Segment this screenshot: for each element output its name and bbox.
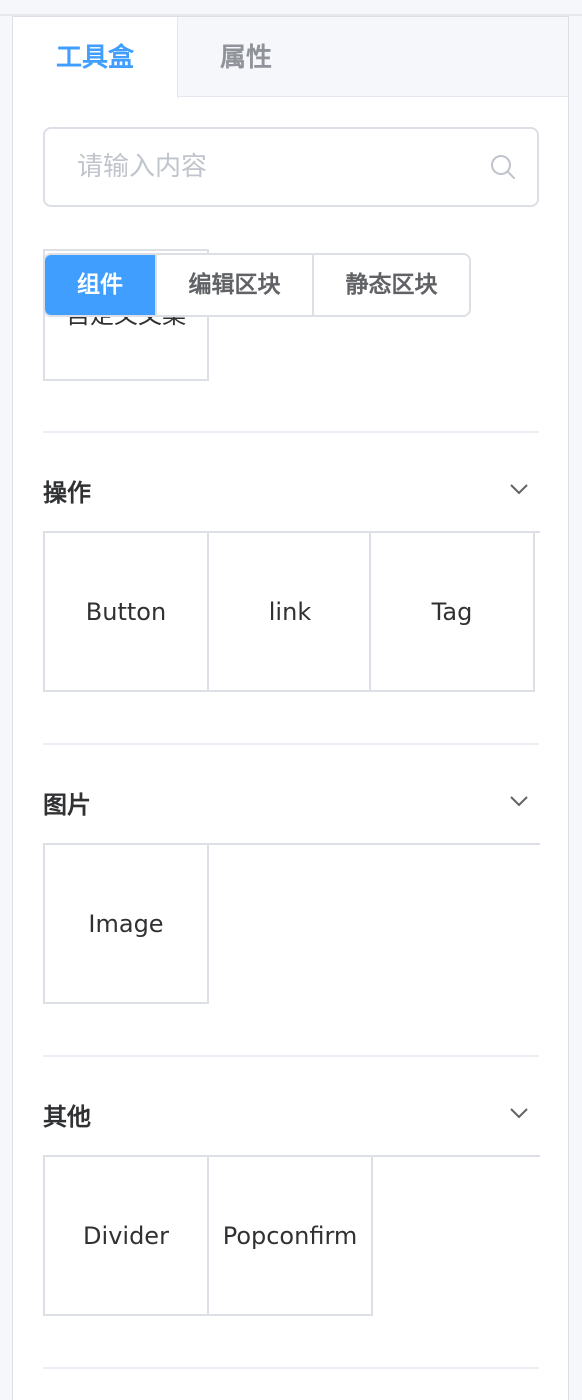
- component-tile-label: Popconfirm: [222, 1221, 358, 1250]
- section-divider: [43, 743, 539, 745]
- component-tile-popconfirm[interactable]: Popconfirm: [207, 1155, 373, 1316]
- component-tile-link[interactable]: link: [207, 531, 373, 692]
- component-tile-tag[interactable]: Tag: [369, 531, 535, 692]
- section-divider: [43, 1055, 539, 1057]
- component-tile-button[interactable]: Button: [43, 531, 209, 692]
- component-list: 组件 编辑区块 静态区块 自定义文案 操作 Button link Tag 图: [13, 237, 568, 1400]
- section-divider: [43, 431, 539, 433]
- section-title: 操作: [43, 479, 91, 507]
- section-header-actions[interactable]: 操作: [43, 463, 539, 513]
- component-tile-label: Tag: [431, 597, 473, 626]
- panel-tabs: 工具盒 属性: [13, 17, 568, 98]
- section-header-others[interactable]: 其他: [43, 1087, 539, 1137]
- category-segmented-control: 组件 编辑区块 静态区块: [43, 253, 471, 317]
- segment-edit-blocks[interactable]: 编辑区块: [155, 255, 312, 315]
- component-tile-label: Image: [88, 909, 164, 938]
- search-input[interactable]: [45, 129, 475, 205]
- chevron-down-icon: [510, 1108, 528, 1119]
- section-title: 其他: [43, 1103, 91, 1131]
- section-title: 图片: [43, 791, 91, 819]
- chevron-down-icon: [510, 796, 528, 807]
- segment-static-blocks[interactable]: 静态区块: [312, 255, 469, 315]
- segment-components[interactable]: 组件: [45, 255, 155, 315]
- search-box: [43, 127, 539, 207]
- component-tile-label: Divider: [83, 1221, 169, 1250]
- tab-toolbox[interactable]: 工具盒: [13, 17, 178, 98]
- tab-properties[interactable]: 属性: [178, 17, 314, 97]
- component-tile-image[interactable]: Image: [43, 843, 209, 1004]
- toolbox-panel: 工具盒 属性 组件 编辑区块 静态区块 自定义文案 操作 Button: [12, 16, 569, 1400]
- search-icon[interactable]: [489, 153, 517, 181]
- component-tile-label: link: [268, 597, 312, 626]
- chevron-down-icon: [510, 484, 528, 495]
- section-divider: [43, 1367, 539, 1369]
- component-tile-label: Button: [85, 597, 167, 626]
- section-header-images[interactable]: 图片: [43, 775, 539, 825]
- component-tile-divider[interactable]: Divider: [43, 1155, 209, 1316]
